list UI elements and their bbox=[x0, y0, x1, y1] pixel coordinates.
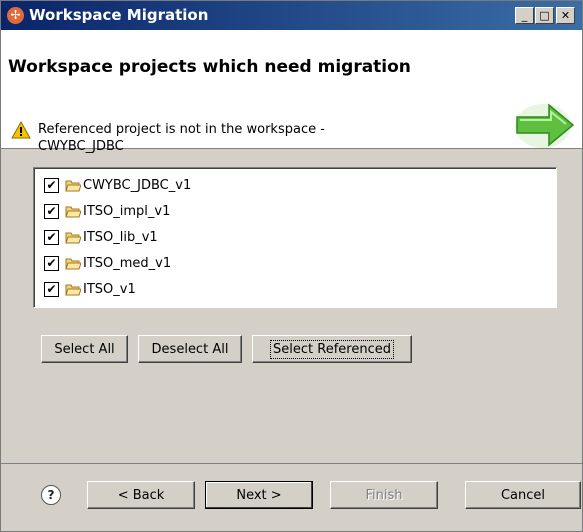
checkbox[interactable]: ✔ bbox=[44, 255, 59, 271]
open-folder-icon bbox=[65, 258, 81, 269]
project-list[interactable]: ✔ CWYBC_JDBC_v1 ✔ ITSO_impl_v1 ✔ ITSO_li… bbox=[33, 167, 557, 308]
select-referenced-button[interactable]: Select Referenced bbox=[252, 335, 412, 363]
title-bar[interactable]: ✢ Workspace Migration _ □ ✕ bbox=[1, 1, 582, 30]
back-button[interactable]: < Back bbox=[87, 481, 195, 509]
checkbox[interactable]: ✔ bbox=[44, 281, 59, 297]
select-referenced-label: Select Referenced bbox=[270, 339, 394, 359]
list-item[interactable]: ✔ ITSO_med_v1 bbox=[44, 252, 171, 274]
warning-message-line1: Referenced project is not in the workspa… bbox=[38, 122, 325, 137]
warning-message-line2: CWYBC_JDBC bbox=[38, 139, 124, 154]
cancel-label: Cancel bbox=[500, 487, 546, 503]
project-name: ITSO_v1 bbox=[83, 281, 136, 297]
warning-icon bbox=[11, 121, 31, 139]
select-all-label: Select All bbox=[54, 341, 115, 357]
next-button[interactable]: Next > bbox=[205, 481, 313, 509]
finish-label: Finish bbox=[365, 487, 403, 503]
deselect-all-button[interactable]: Deselect All bbox=[138, 335, 242, 363]
page-title: Workspace projects which need migration bbox=[8, 57, 411, 77]
migration-dialog: ✢ Workspace Migration _ □ ✕ Workspace pr… bbox=[0, 0, 583, 532]
green-arrow-icon bbox=[515, 103, 575, 148]
project-name: CWYBC_JDBC_v1 bbox=[83, 177, 192, 193]
list-item[interactable]: ✔ ITSO_lib_v1 bbox=[44, 226, 158, 248]
project-name: ITSO_impl_v1 bbox=[83, 203, 171, 219]
checkbox[interactable]: ✔ bbox=[44, 177, 59, 193]
cancel-button[interactable]: Cancel bbox=[465, 481, 581, 509]
checkbox[interactable]: ✔ bbox=[44, 229, 59, 245]
minimize-button[interactable]: _ bbox=[515, 7, 534, 24]
deselect-all-label: Deselect All bbox=[151, 341, 229, 357]
open-folder-icon bbox=[65, 180, 81, 191]
close-button[interactable]: ✕ bbox=[556, 7, 575, 24]
list-item[interactable]: ✔ ITSO_impl_v1 bbox=[44, 200, 170, 222]
open-folder-icon bbox=[65, 232, 81, 243]
maximize-button[interactable]: □ bbox=[535, 7, 554, 24]
window-app-icon: ✢ bbox=[7, 7, 24, 24]
list-item[interactable]: ✔ ITSO_v1 bbox=[44, 278, 136, 300]
next-label: Next > bbox=[236, 487, 282, 503]
window-title: Workspace Migration bbox=[29, 6, 209, 24]
wizard-header: Workspace projects which need migration … bbox=[1, 30, 582, 154]
list-item[interactable]: ✔ CWYBC_JDBC_v1 bbox=[44, 174, 191, 196]
finish-button[interactable]: Finish bbox=[330, 481, 438, 509]
back-label: < Back bbox=[117, 487, 165, 503]
footer-separator bbox=[1, 463, 582, 464]
project-name: ITSO_med_v1 bbox=[83, 255, 172, 271]
warning-message: Referenced project is not in the workspa… bbox=[38, 121, 438, 155]
open-folder-icon bbox=[65, 284, 81, 295]
help-icon[interactable]: ? bbox=[41, 485, 61, 505]
open-folder-icon bbox=[65, 206, 81, 217]
checkbox[interactable]: ✔ bbox=[44, 203, 59, 219]
project-name: ITSO_lib_v1 bbox=[83, 229, 158, 245]
select-all-button[interactable]: Select All bbox=[41, 335, 128, 363]
